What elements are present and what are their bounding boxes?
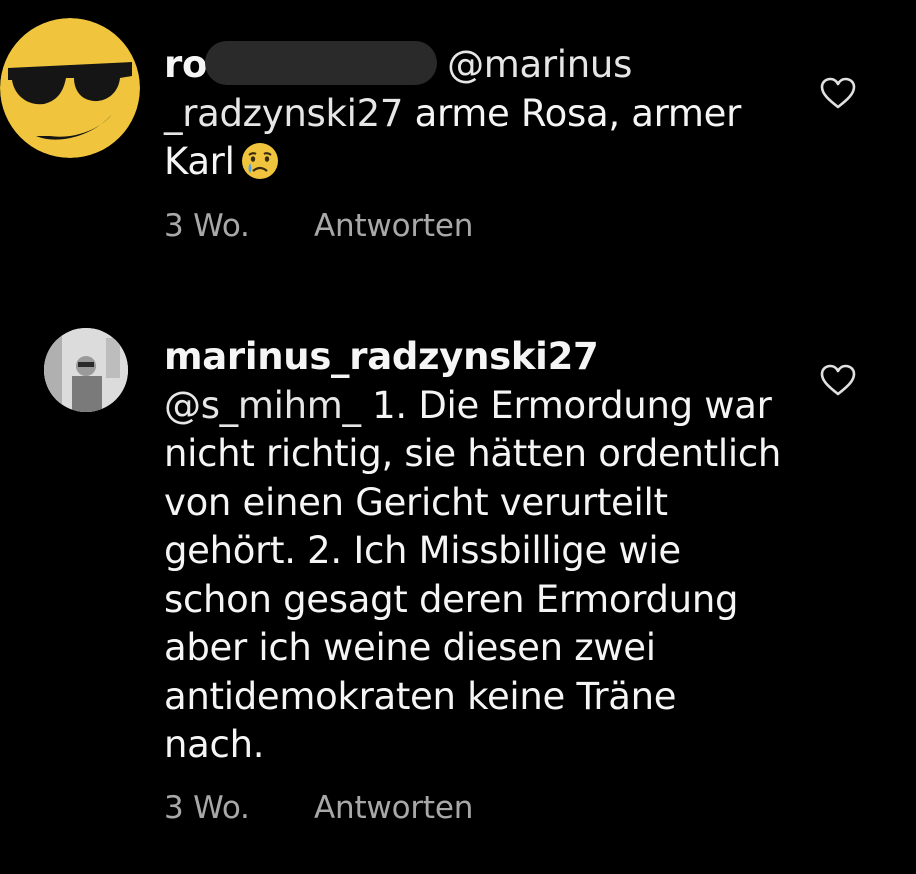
comment-text: marinus_radzynski27 @s_mihm_ 1. Die Ermo… (164, 333, 784, 770)
sunglasses-emoji-avatar[interactable] (0, 18, 140, 158)
redaction-bar (205, 41, 438, 85)
like-heart-icon[interactable] (819, 363, 857, 397)
comment-meta: 3 Wo. Antworten (164, 790, 473, 826)
like-heart-icon[interactable] (819, 76, 857, 110)
comment-username[interactable]: ro (164, 43, 207, 86)
comment-username[interactable]: marinus_radzynski27 (164, 335, 599, 378)
comment-meta: 3 Wo. Antworten (164, 208, 473, 244)
comment-mention[interactable]: @s_mihm_ (164, 384, 361, 427)
profile-photo-avatar[interactable] (44, 328, 128, 412)
comment-item: ro @marinus _radzynski27 arme Rosa, armer… (0, 0, 916, 300)
comment-timestamp: 3 Wo. (164, 790, 250, 826)
comment-item: marinus_radzynski27 @s_mihm_ 1. Die Ermo… (0, 300, 916, 874)
reply-button[interactable]: Antworten (314, 790, 473, 826)
crying-face-emoji (241, 142, 279, 193)
comment-text: ro @marinus _radzynski27 arme Rosa, armer… (164, 41, 784, 193)
comment-timestamp: 3 Wo. (164, 208, 250, 244)
reply-button[interactable]: Antworten (314, 208, 473, 244)
comment-body: 1. Die Ermordung war nicht richtig, sie … (164, 383, 782, 767)
